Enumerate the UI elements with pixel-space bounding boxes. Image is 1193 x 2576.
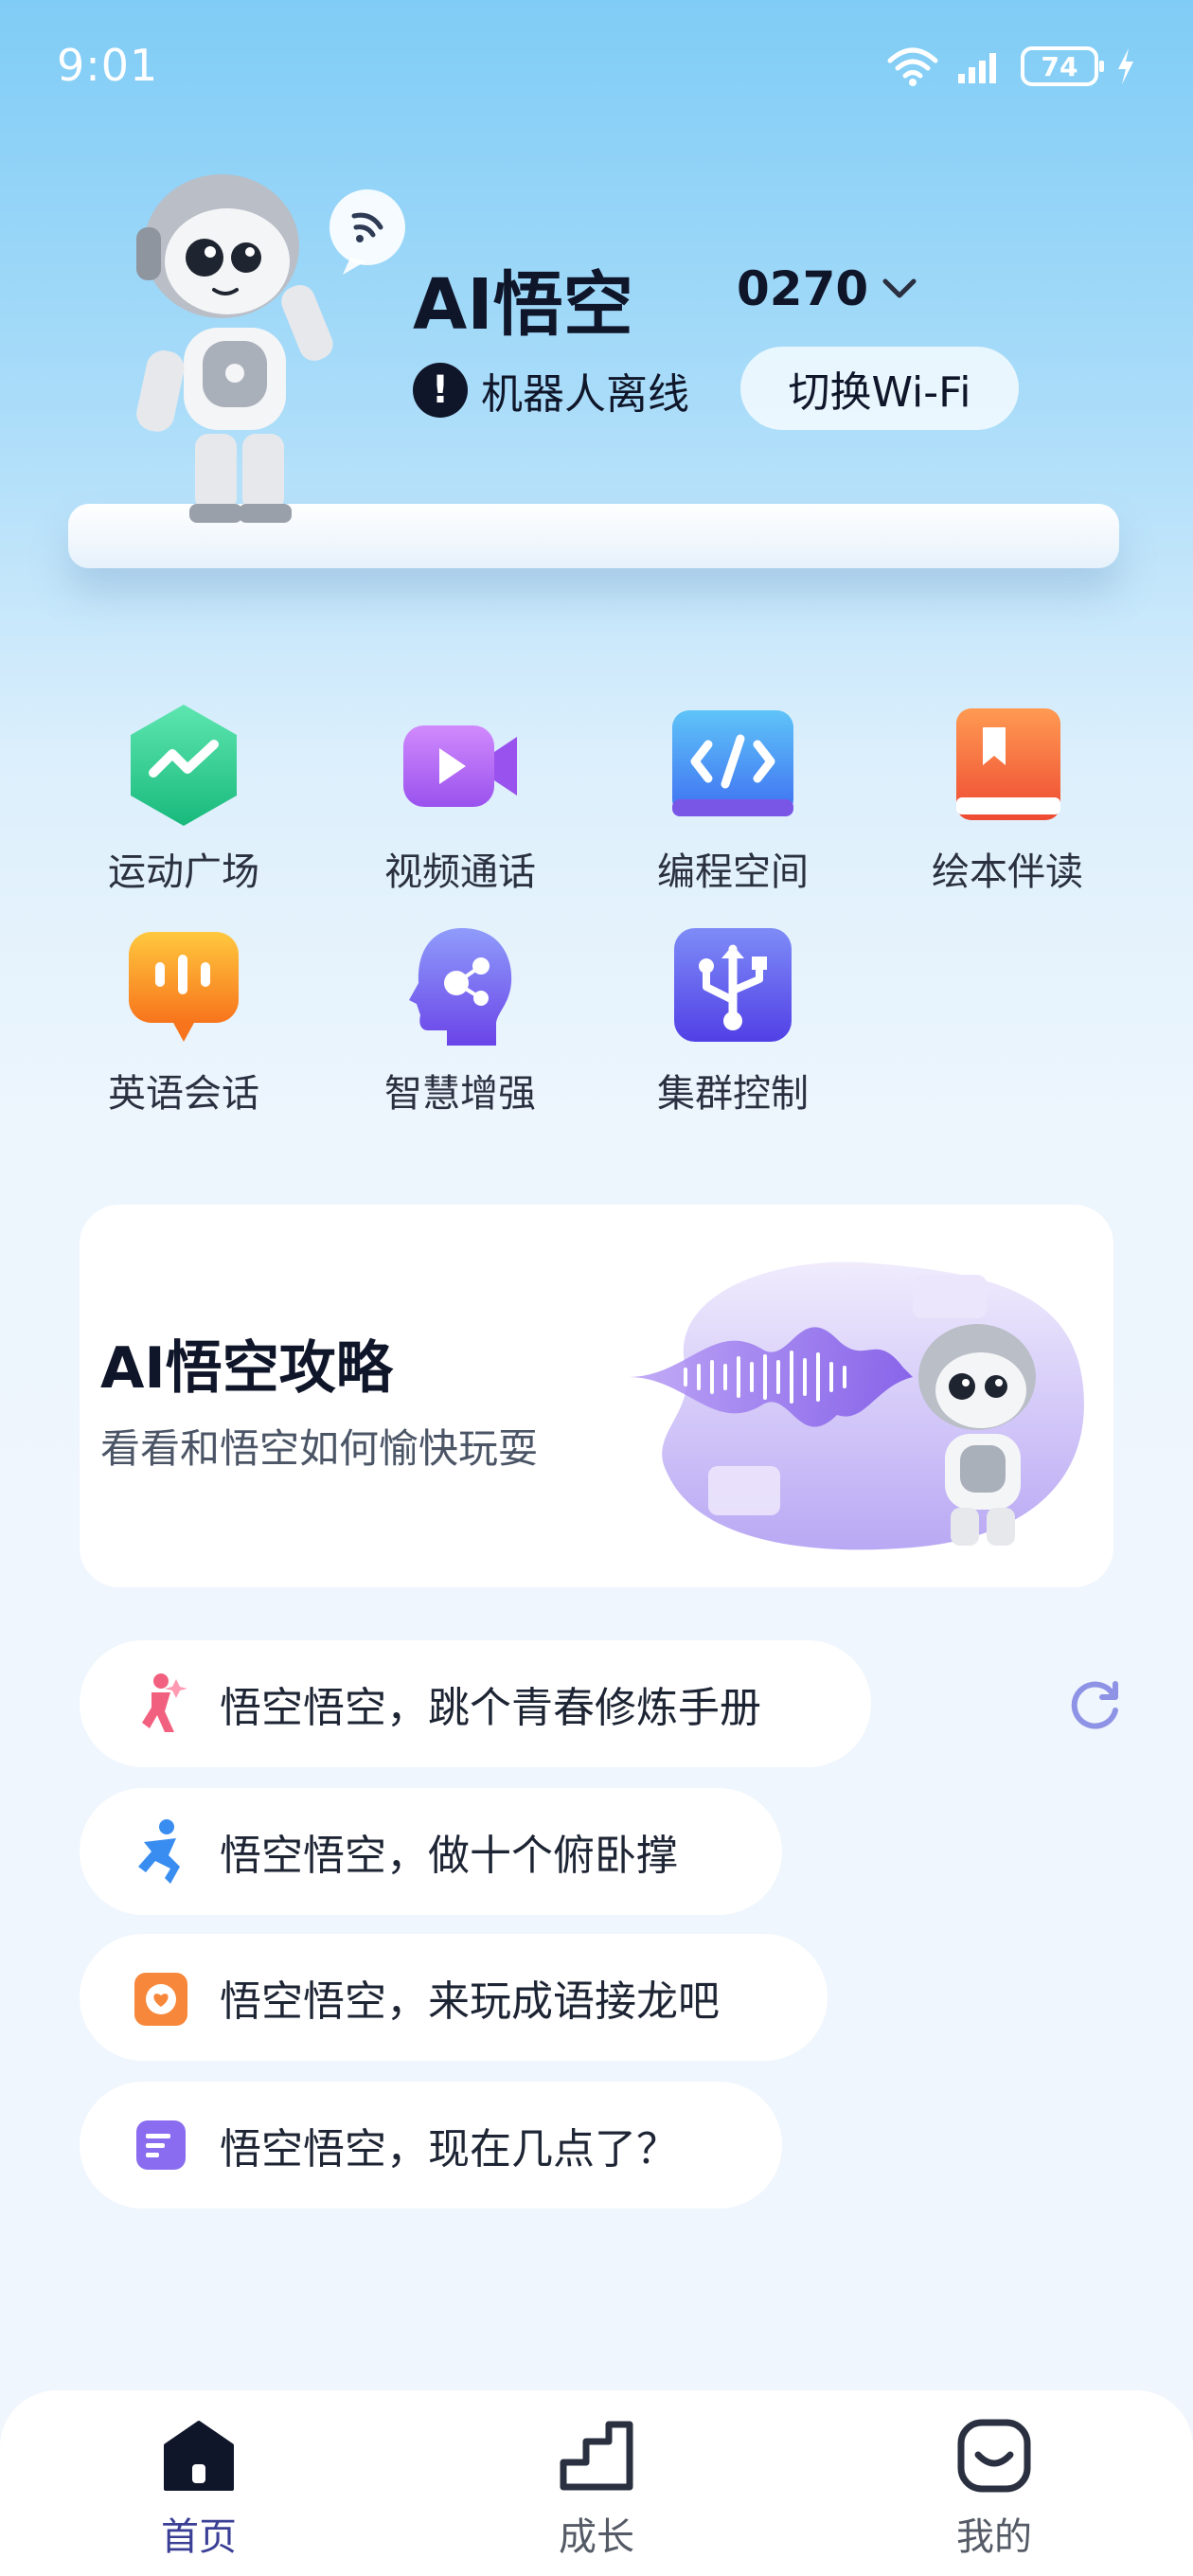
brain-head-icon xyxy=(394,921,526,1053)
chat-bubble-icon xyxy=(117,921,250,1053)
code-icon xyxy=(667,699,799,832)
refresh-icon[interactable] xyxy=(1064,1674,1125,1735)
feature-video-call[interactable]: 视频通话 xyxy=(337,699,583,896)
exclamation-icon: ! xyxy=(413,363,468,418)
guide-illustration xyxy=(629,1261,1084,1550)
status-icons: 74 xyxy=(886,45,1136,87)
tab-home[interactable]: 首页 xyxy=(104,2413,294,2561)
feature-label: 英语会话 xyxy=(108,1072,259,1116)
robot-status: ! 机器人离线 xyxy=(413,360,689,420)
guide-title: AI悟空攻略 xyxy=(100,1335,393,1402)
feature-label: 运动广场 xyxy=(108,850,259,894)
feature-sports-square[interactable]: 运动广场 xyxy=(61,699,307,896)
stairs-icon xyxy=(554,2413,639,2498)
video-camera-icon xyxy=(394,699,526,832)
robot-offline-label: 机器人离线 xyxy=(481,370,689,419)
tab-mine[interactable]: 我的 xyxy=(899,2413,1089,2561)
suggestion-text: 悟空悟空，来玩成语接龙吧 xyxy=(220,1977,720,2026)
suggestion-text: 悟空悟空，跳个青春修炼手册 xyxy=(220,1684,761,1732)
home-icon xyxy=(156,2413,241,2498)
tab-label: 我的 xyxy=(956,2515,1032,2559)
note-icon xyxy=(127,2111,195,2179)
battery-indicator: 74 xyxy=(1021,46,1104,86)
exercise-icon xyxy=(127,1817,195,1886)
app-title: AI悟空 xyxy=(413,264,633,346)
feature-label: 编程空间 xyxy=(657,850,809,894)
chevron-down-icon xyxy=(882,278,917,298)
suggestion-idiom-game[interactable]: 悟空悟空，来玩成语接龙吧 xyxy=(80,1934,828,2061)
feature-cluster-control[interactable]: 集群控制 xyxy=(610,921,856,1118)
suggestion-pushups[interactable]: 悟空悟空，做十个俯卧撑 xyxy=(80,1788,782,1915)
guide-card[interactable]: AI悟空攻略 看看和悟空如何愉快玩耍 xyxy=(80,1205,1113,1587)
activity-icon xyxy=(117,699,250,832)
usb-cluster-icon xyxy=(667,921,799,1053)
device-selector[interactable]: 0270 xyxy=(737,261,917,316)
book-icon xyxy=(941,699,1074,832)
guide-subtitle: 看看和悟空如何愉快玩耍 xyxy=(100,1425,539,1472)
feature-label: 集群控制 xyxy=(657,1072,809,1116)
tab-growth[interactable]: 成长 xyxy=(502,2413,691,2561)
dance-icon xyxy=(127,1670,195,1738)
feature-smart-enhance[interactable]: 智慧增强 xyxy=(337,921,583,1118)
robot-illustration xyxy=(136,174,405,523)
idiom-game-icon xyxy=(127,1963,195,2031)
tab-label: 首页 xyxy=(161,2515,237,2559)
device-id: 0270 xyxy=(737,261,869,316)
feature-label: 视频通话 xyxy=(384,850,536,894)
feature-english-chat[interactable]: 英语会话 xyxy=(61,921,307,1118)
suggestion-dance[interactable]: 悟空悟空，跳个青春修炼手册 xyxy=(80,1640,871,1767)
feature-label: 绘本伴读 xyxy=(932,850,1083,894)
suggestion-text: 悟空悟空，现在几点了？ xyxy=(220,2125,678,2174)
tab-label: 成长 xyxy=(559,2515,634,2559)
feature-label: 智慧增强 xyxy=(384,1072,536,1116)
feature-picture-book[interactable]: 绘本伴读 xyxy=(884,699,1131,896)
suggestion-text: 悟空悟空，做十个俯卧撑 xyxy=(220,1832,678,1880)
charging-icon xyxy=(1118,48,1133,84)
bottom-navigation: 首页 成长 我的 xyxy=(0,2390,1193,2576)
suggestion-time[interactable]: 悟空悟空，现在几点了？ xyxy=(80,2082,782,2209)
feature-coding-space[interactable]: 编程空间 xyxy=(610,699,856,896)
wifi-icon xyxy=(887,47,938,86)
smile-face-icon xyxy=(952,2413,1037,2498)
switch-wifi-button[interactable]: 切换Wi-Fi xyxy=(740,347,1019,430)
status-time: 9:01 xyxy=(57,40,159,91)
signal-icon xyxy=(958,53,996,83)
